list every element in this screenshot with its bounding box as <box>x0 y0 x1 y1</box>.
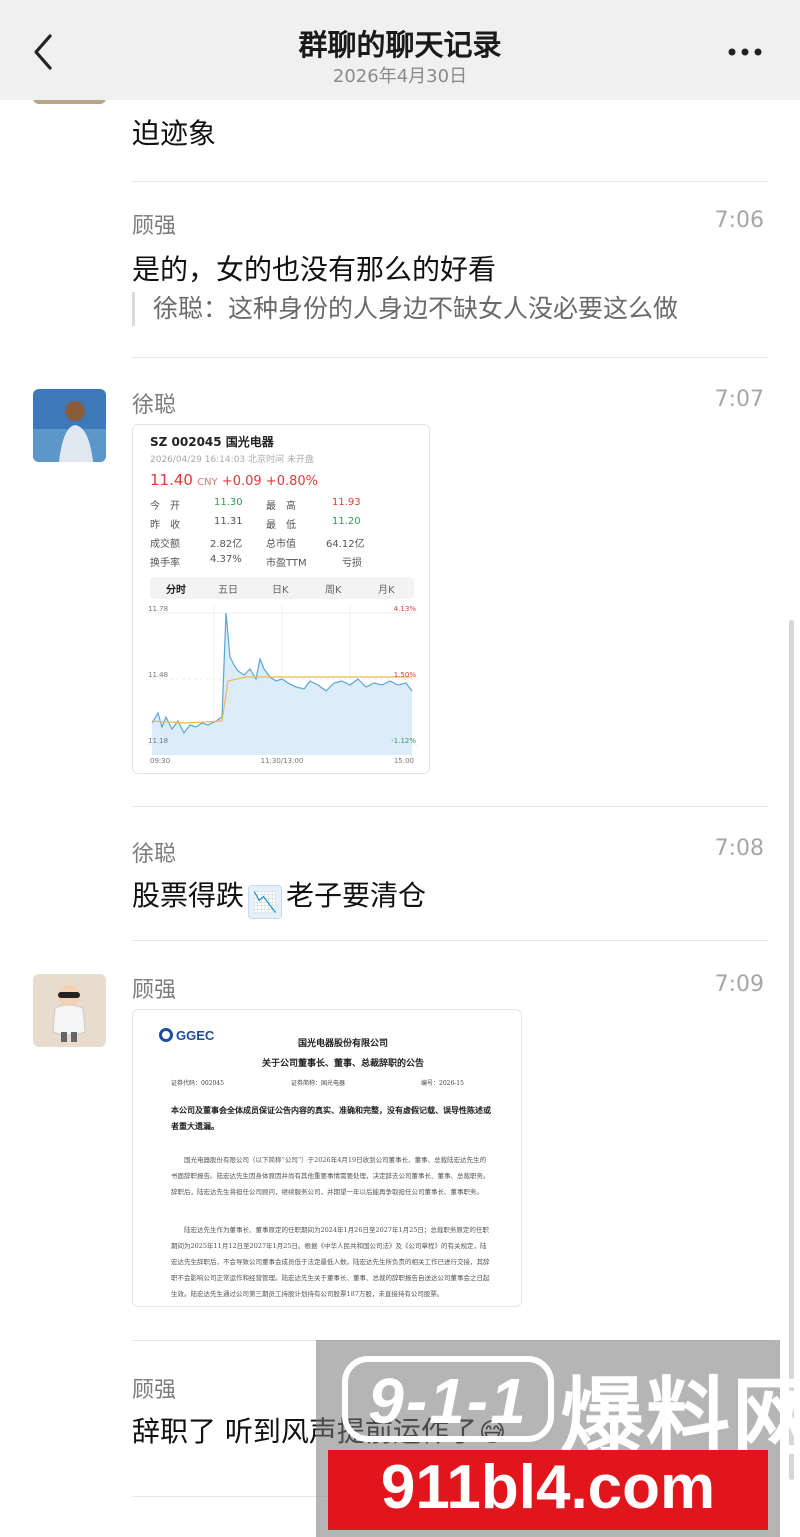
pct-tick-top: 4.13% <box>394 605 417 613</box>
stat-value: 2.82亿 <box>210 539 243 550</box>
watermark-logo: 9-1-1 爆料网 <box>328 1348 800 1466</box>
sender-name: 徐聪 <box>132 842 177 867</box>
y-tick-top: 11.78 <box>148 605 168 613</box>
page-subtitle-date: 2026年4月30日 <box>332 66 468 87</box>
doc-code: 证券代码：002045 <box>171 1080 224 1087</box>
sender-name: 顾强 <box>132 978 177 1003</box>
avatar-cartoon-icon <box>33 974 106 1047</box>
price-change: +0.09 <box>221 474 262 489</box>
sender-name: 顾强 <box>132 214 177 239</box>
message-time: 7:08 <box>714 836 764 861</box>
divider <box>132 181 768 182</box>
tab-daily-k[interactable]: 日K <box>272 581 289 596</box>
doc-number: 编号：2026-15 <box>421 1080 464 1087</box>
x-tick-mid: 11:30/13:00 <box>261 757 304 765</box>
x-tick-end: 15:00 <box>394 757 414 765</box>
doc-title: 关于公司董事长、董事、总裁辞职的公告 <box>261 1059 424 1069</box>
x-tick-start: 09:30 <box>150 757 170 765</box>
stat-label: 最 高 <box>266 501 296 512</box>
chat-history-screen: 迫迹象 顾强 7:06 是的，女的也没有那么的好看 徐聪：这种身份的人身边不缺女… <box>0 0 800 1537</box>
doc-short-name: 证券简称：国光电器 <box>291 1080 346 1087</box>
avatar-photo-icon <box>33 389 106 462</box>
avatar[interactable] <box>33 389 106 462</box>
stat-value: 11.20 <box>332 516 361 527</box>
watermark-url: 911bl4.com <box>380 1453 716 1522</box>
pct-tick-mid: 1.50% <box>394 671 417 679</box>
stat-value: 11.30 <box>214 497 243 508</box>
y-tick-bottom: 11.18 <box>148 737 168 745</box>
stock-datetime: 2026/04/29 16:14:03 北京时间 未开盘 <box>150 455 314 465</box>
price-currency: CNY <box>197 477 218 488</box>
price-value: 11.40 <box>150 471 193 489</box>
tab-monthly-k[interactable]: 月K <box>378 581 395 596</box>
message-time: 7:09 <box>714 972 764 997</box>
tab-five-day[interactable]: 五日 <box>218 581 238 596</box>
watermark-url-box: 911bl4.com <box>328 1450 768 1530</box>
message-text: 是的，女的也没有那么的好看 <box>132 253 497 286</box>
tab-intraday[interactable]: 分时 <box>166 581 186 596</box>
chart-period-tabs: 分时 五日 日K 周K 月K <box>150 577 414 599</box>
stat-label: 成交额 <box>150 539 180 550</box>
more-dots-icon <box>728 48 762 56</box>
stat-value: 11.31 <box>214 516 243 527</box>
message-text-part: 股票得跌 <box>132 879 245 912</box>
doc-statement: 本公司及董事会全体成员保证公告内容的真实、准确和完整，没有虚假记载、误导性陈述或… <box>171 1105 491 1131</box>
stock-price: 11.40 CNY +0.09 +0.80% <box>150 471 318 489</box>
message-text: 股票得跌 📉 老子要清仓 <box>132 874 426 919</box>
stat-label: 总市值 <box>266 539 296 550</box>
more-button[interactable] <box>724 40 768 64</box>
watermark-badge: 9-1-1 <box>342 1356 554 1442</box>
divider <box>132 806 768 807</box>
sender-name: 徐聪 <box>132 393 177 418</box>
intraday-chart: 11.78 11.48 11.18 4.13% 1.50% -1.12% 09:… <box>146 605 418 765</box>
watermark: 9-1-1 爆料网 911bl4.com <box>316 1340 800 1537</box>
divider <box>132 940 768 941</box>
stock-screenshot-image[interactable]: SZ 002045 国光电器 2026/04/29 16:14:03 北京时间 … <box>132 424 430 774</box>
message-text: 迫迹象 <box>132 117 217 150</box>
stat-value: 64.12亿 <box>326 539 365 550</box>
message-time: 7:06 <box>714 208 764 233</box>
doc-paragraph: 国光电器股份有限公司（以下简称“公司”）于2026年4月19日收到公司董事长、董… <box>171 1156 490 1196</box>
stock-code: SZ 002045 国光电器 <box>150 435 274 449</box>
announcement-image[interactable]: GGEC 国光电器股份有限公司 关于公司董事长、董事、总裁辞职的公告 证券代码：… <box>132 1009 522 1307</box>
message-text-part: 老子要清仓 <box>286 879 427 912</box>
stat-label: 最 低 <box>266 520 296 531</box>
quoted-reply[interactable]: 徐聪：这种身份的人身边不缺女人没必要这么做 <box>132 292 678 326</box>
divider <box>132 357 768 358</box>
stat-value: 4.37% <box>210 554 242 565</box>
stat-label: 换手率 <box>150 558 180 569</box>
message-time: 7:07 <box>714 387 764 412</box>
doc-paragraph: 陆宏达先生作为董事长、董事原定的任职期间为2024年1月26日至2027年1月2… <box>171 1226 490 1298</box>
tab-weekly-k[interactable]: 周K <box>325 581 342 596</box>
stat-label: 今 开 <box>150 501 180 512</box>
doc-company: 国光电器股份有限公司 <box>297 1039 388 1049</box>
pct-tick-bottom: -1.12% <box>391 737 416 745</box>
stat-value: 亏损 <box>342 558 362 569</box>
watermark-badge-text: 9-1-1 <box>368 1365 528 1437</box>
stat-value: 11.93 <box>332 497 361 508</box>
price-change-pct: +0.80% <box>265 474 318 489</box>
y-tick-mid: 11.48 <box>148 671 168 679</box>
top-nav-bar: 群聊的聊天记录 2026年4月30日 <box>0 0 800 100</box>
avatar[interactable] <box>33 974 106 1047</box>
page-title: 群聊的聊天记录 <box>298 28 502 62</box>
stat-label: 昨 收 <box>150 520 180 531</box>
sender-name: 顾强 <box>132 1378 177 1403</box>
stat-label: 市盈TTM <box>266 558 307 569</box>
chart-decreasing-emoji-icon: 📉 <box>248 885 283 919</box>
